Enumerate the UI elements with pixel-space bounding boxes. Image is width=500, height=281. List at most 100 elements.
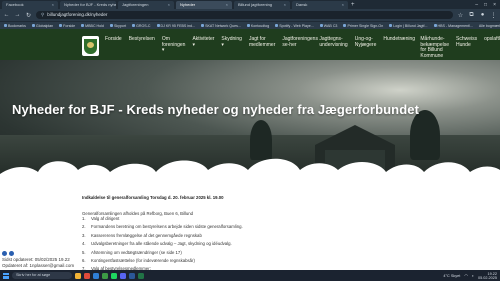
browser-tab[interactable]: Nyheder for BJF - Kreds nyheder× — [60, 1, 116, 9]
os-taskbar: Skriv her for at søge 4°C Skyet ◠ ◗ 19.2… — [0, 270, 500, 281]
bookmark-item[interactable]: SKAT Network Ques... — [201, 24, 241, 28]
bookmark-item[interactable]: Primer Single Sign-On — [343, 24, 383, 28]
agenda-text: Kassererens fremlæggelse af det gennemgå… — [91, 232, 202, 238]
main-content: Indkaldelse til generalforsamling Torsda… — [0, 180, 500, 271]
browser-tab[interactable]: Billund jagtforening × — [234, 1, 290, 9]
chrome-icon[interactable] — [102, 272, 108, 279]
bookmark-label: Kontoudtog — [250, 23, 270, 28]
site-logo[interactable] — [82, 36, 99, 56]
nav-item[interactable]: opslaftler — [484, 36, 500, 59]
bookmark-label: WAB C3 — [323, 23, 338, 28]
close-icon[interactable]: × — [284, 1, 286, 9]
bookmark-item[interactable]: DJ KR 95 FEBS ind... — [156, 23, 196, 28]
close-window-icon[interactable]: × — [493, 1, 496, 9]
weather[interactable]: 4°C Skyet — [443, 274, 460, 278]
tab-label: Facebook — [6, 2, 24, 7]
nav-item[interactable]: Forside — [105, 36, 122, 59]
windows-start-icon[interactable] — [3, 272, 9, 279]
date: 05.02.2025 — [477, 275, 497, 280]
spotify-icon[interactable] — [111, 272, 117, 279]
new-tab-icon[interactable]: + — [351, 1, 355, 9]
word-icon[interactable] — [129, 272, 135, 279]
bookmark-label: DJ KR 95 FEBS ind... — [160, 23, 196, 28]
nav-item[interactable]: Schweiss Hunde — [456, 36, 477, 59]
bookmark-favicon-icon — [81, 24, 85, 27]
back-icon[interactable]: ← — [3, 12, 10, 18]
bookmark-item[interactable]: Bookmarks — [4, 24, 26, 28]
nav-item[interactable]: Jagttegns-undervisning — [319, 36, 347, 59]
nav-item[interactable]: Skydning ▾ — [221, 36, 242, 59]
close-icon[interactable]: × — [52, 1, 54, 9]
nav-item[interactable]: Om foreningen ▾ — [162, 36, 186, 59]
edit-icon[interactable] — [9, 251, 14, 256]
clock[interactable]: 19.22 05.02.2025 — [478, 272, 497, 280]
hero-banner: Nyheder for BJF - Kreds nyheder og nyhed… — [0, 60, 500, 180]
all-bookmarks[interactable]: Alle bogmærker — [479, 24, 500, 28]
nav-item[interactable]: Ung-og-Nyjægere — [355, 36, 377, 59]
bookmark-label: Primer Single Sign-On — [347, 23, 384, 28]
bookmark-favicon-icon — [246, 24, 250, 27]
excel-icon[interactable] — [138, 272, 144, 279]
bookmark-favicon-icon — [201, 24, 205, 27]
maximize-icon[interactable]: □ — [484, 1, 487, 9]
wifi-icon[interactable]: ◠ — [464, 273, 467, 278]
browser-tab[interactable]: Jagtforeningen × — [118, 1, 174, 9]
address-bar[interactable]: ⚲ billundjagtforening.dk/nyheder — [36, 11, 453, 19]
tab-label: Billund jagtforening — [238, 2, 273, 7]
star-icon[interactable]: ☆ — [457, 12, 464, 19]
app-icon[interactable] — [84, 272, 90, 279]
nav-item[interactable]: Jagtforeningens se-her — [282, 36, 318, 59]
close-icon[interactable]: × — [226, 1, 228, 9]
nav-item[interactable]: Hundetræning — [383, 36, 415, 59]
nav-item[interactable]: Mårhunde-bekæmpelse for Billund Kommune — [420, 36, 449, 59]
bookmark-item[interactable]: WAB C3 — [319, 23, 338, 28]
minimize-icon[interactable]: – — [475, 1, 478, 9]
bookmark-favicon-icon — [433, 24, 437, 27]
teams-icon[interactable] — [120, 272, 126, 279]
profile-icon[interactable]: ● — [479, 12, 486, 18]
reload-icon[interactable]: ↻ — [25, 12, 32, 19]
browser-tab[interactable]: Facebook × — [2, 1, 58, 9]
nav-item[interactable]: Jagt for medlemmer — [249, 36, 275, 59]
bookmark-item[interactable]: Kontoudtog — [246, 23, 270, 28]
bookmark-label: Skyport — [113, 23, 127, 28]
browser-tab-active[interactable]: Nyheder × — [176, 1, 232, 9]
agenda-text: Afstemning om vedtægtsændringer (se side… — [91, 249, 182, 255]
site-header: Forside Bestyrelsen Om foreningen ▾ Aktivit… — [0, 29, 500, 60]
bookmark-item[interactable]: Forside — [59, 24, 75, 28]
updated-by: Opdateret af: 1nplasser@gmail.com — [2, 262, 75, 268]
nav-item[interactable]: Aktiviteter ▾ — [192, 36, 214, 59]
bookmark-favicon-icon — [389, 24, 393, 27]
bookmark-label: Spotify - Web Playe... — [279, 23, 314, 28]
bookmark-item[interactable]: HBS - Managementl... — [433, 24, 473, 28]
tab-label: Jagtforeningen — [122, 2, 149, 7]
extensions-icon[interactable]: ⧉ — [468, 12, 475, 19]
agenda-item: 2. Formandens beretning om bestyrelsens a… — [82, 224, 243, 232]
edge-icon[interactable] — [93, 272, 99, 279]
browser-tab[interactable]: Dansk × — [292, 1, 348, 9]
system-tray: 4°C Skyet ◠ ◗ 19.22 05.02.2025 — [443, 272, 497, 280]
menu-icon[interactable]: ⋮ — [490, 12, 497, 19]
bookmark-favicon-icon — [31, 24, 35, 27]
bookmark-item[interactable]: Spotify - Web Playe... — [275, 24, 314, 28]
file-explorer-icon[interactable] — [75, 272, 81, 279]
bookmark-item[interactable]: MBBC Hold — [81, 24, 104, 28]
forward-icon[interactable]: → — [14, 12, 21, 18]
close-icon[interactable]: × — [342, 1, 344, 9]
nav-item[interactable]: Bestyrelsen — [129, 36, 155, 59]
volume-icon[interactable]: ◗ — [472, 274, 474, 278]
agenda-text: Kontingentfastsættelse (for indeværende … — [91, 257, 195, 263]
bookmark-label: Bookmarks — [8, 23, 26, 28]
bookmark-item[interactable]: Globalplan — [31, 24, 53, 28]
agenda-item: 6. Kontingentfastsættelse (for indeværend… — [82, 258, 243, 266]
bookmark-item[interactable]: GROS-C — [132, 24, 151, 28]
site-info-icon[interactable]: ⚲ — [41, 11, 44, 19]
bookmarks-bar: Bookmarks Globalplan Forside MBBC Hold Skypo… — [0, 21, 500, 29]
meeting-notice: Indkaldelse til generalforsamling Torsda… — [82, 195, 224, 200]
bookmark-item[interactable]: Login | Billund Jagtf... — [389, 24, 428, 28]
bookmark-item[interactable]: Skyport — [109, 23, 127, 28]
taskbar-search[interactable]: Skriv her for at søge — [12, 272, 72, 279]
window-controls: – □ × — [475, 1, 500, 9]
accessibility-icon[interactable] — [2, 251, 7, 256]
close-icon[interactable]: × — [168, 1, 170, 9]
